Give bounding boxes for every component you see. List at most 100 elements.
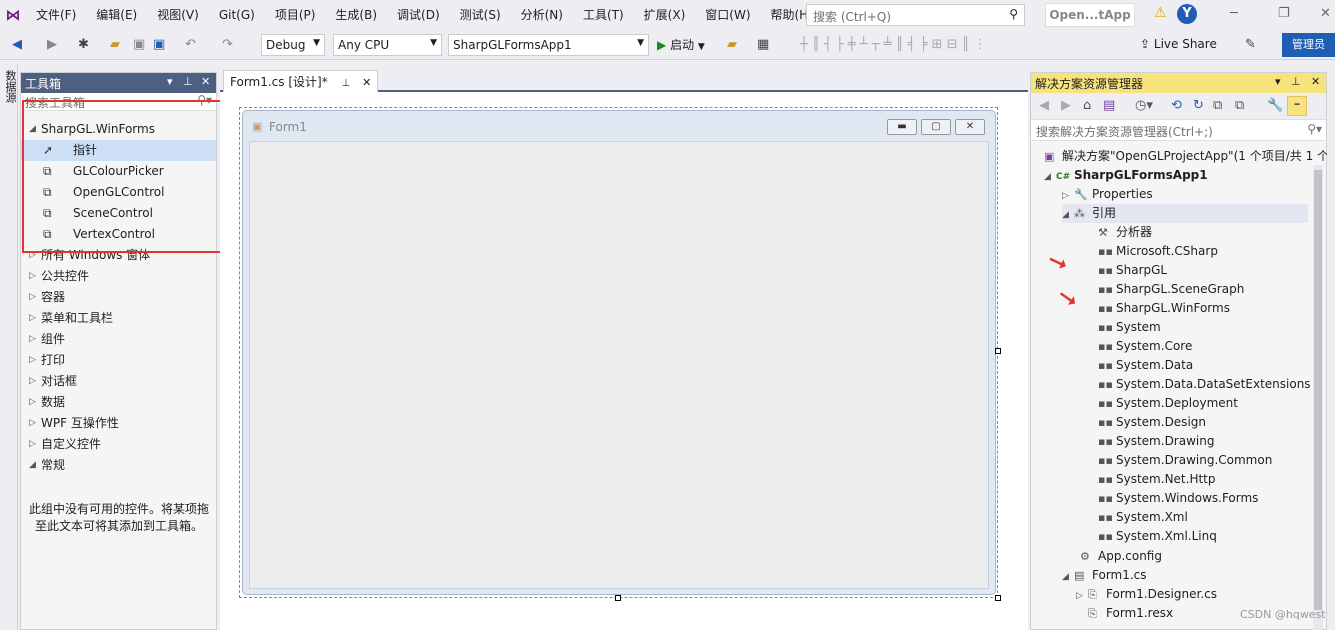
toolbox-group[interactable]: ▷ WPF 互操作性 [21,413,216,434]
tree-reference-item[interactable]: ▪▪ System [1098,318,1161,337]
history-icon[interactable]: ◷▾ [1135,98,1153,113]
align-icon[interactable]: ┼ ║ ┤ ├ ╪ ┴ ┬ ╧ ║ ╡ ╞ ⊞ ⊟ ║ ⋮ [800,37,987,52]
menu-tools[interactable]: 工具(T) [573,0,634,30]
startup-project-select[interactable]: SharpGLFormsApp1 ▼ [448,34,649,56]
chevron-down-icon[interactable]: ▾ [167,75,173,88]
form-minimize-icon[interactable]: ▬ [887,119,917,135]
resize-handle-corner[interactable] [995,595,1001,601]
close-icon[interactable]: ✕ [1320,6,1331,21]
toolbox-group[interactable]: ▷ 公共控件 [21,266,216,287]
toolbox-group[interactable]: ▷ 数据 [21,392,216,413]
tree-reference-item[interactable]: ▪▪ System.Net.Http [1098,470,1216,489]
form-close-icon[interactable]: ✕ [955,119,985,135]
close-icon[interactable]: ✕ [1311,75,1320,88]
home-icon[interactable]: ⌂ [1083,98,1091,113]
form-client-area[interactable] [249,141,989,589]
tree-project-node[interactable]: ◢ C# SharpGLFormsApp1 [1044,166,1208,185]
solution-name-badge[interactable]: Open...tApp [1045,3,1135,27]
chevron-down-icon[interactable]: ▾ [1275,75,1281,88]
toolbox-group[interactable]: ▷ 菜单和工具栏 [21,308,216,329]
toolbox-group[interactable]: ▷ 打印 [21,350,216,371]
resize-handle-right[interactable] [995,348,1001,354]
save-icon[interactable]: ▣ [133,37,145,52]
menu-view[interactable]: 视图(V) [147,0,209,30]
data-sources-tab[interactable]: 数据源 [2,70,18,103]
image-icon[interactable]: ▦ [757,37,769,52]
maximize-icon[interactable]: ❐ [1278,6,1290,21]
tree-reference-item[interactable]: ▪▪ SharpGL.WinForms [1098,299,1230,318]
back-icon[interactable]: ◀ [12,37,22,52]
menu-extensions[interactable]: 扩展(X) [634,0,696,30]
menu-project[interactable]: 项目(P) [265,0,326,30]
tree-form1-resx[interactable]: ⎘ Form1.resx [1088,604,1173,623]
tree-reference-item[interactable]: ▪▪ System.Deployment [1098,394,1238,413]
search-input[interactable]: 搜索 (Ctrl+Q) ⚲ [806,4,1025,26]
tree-reference-item[interactable]: ▪▪ System.Data.DataSetExtensions [1098,375,1311,394]
new-project-icon[interactable]: ✱ [78,37,89,52]
menu-window[interactable]: 窗口(W) [695,0,760,30]
switch-views-icon[interactable]: ▤ [1103,98,1115,113]
properties-icon[interactable]: 🔧 [1267,98,1283,113]
visual-studio-logo-icon[interactable]: ⋈ [0,0,26,30]
tab-form1-design[interactable]: Form1.cs [设计]* ⊥ ✕ [223,70,379,92]
tree-form1-node[interactable]: ◢ ▤ Form1.cs [1062,566,1147,585]
platform-select[interactable]: Any CPU ▼ [333,34,442,56]
configuration-select[interactable]: Debug ▼ [261,34,325,56]
feedback-icon[interactable]: ✎ [1245,37,1256,52]
admin-badge[interactable]: 管理员 [1282,33,1335,57]
tree-reference-item[interactable]: ▪▪ System.Xml.Linq [1098,527,1217,546]
resize-handle-bottom[interactable] [615,595,621,601]
pin-icon[interactable]: ⊥ [342,78,351,89]
start-button[interactable]: ▶ 启动 ▼ [657,36,705,53]
tree-reference-item[interactable]: ▪▪ System.Core [1098,337,1192,356]
menu-build[interactable]: 生成(B) [325,0,387,30]
toolbox-group[interactable]: ▷ 组件 [21,329,216,350]
toolbox-group[interactable]: ▷ 自定义控件 [21,434,216,455]
live-share-button[interactable]: ⇪ Live Share [1140,37,1217,51]
pin-icon[interactable]: ⊥ [1291,75,1301,88]
tree-reference-item[interactable]: ▪▪ SharpGL.SceneGraph [1098,280,1244,299]
sync-icon[interactable]: ⟲ [1171,98,1182,113]
tree-solution-node[interactable]: ▣ 解决方案"OpenGLProjectApp"(1 个项目/共 1 个) [1044,147,1334,166]
collapse-all-icon[interactable]: ⧉ [1213,98,1222,113]
menu-analyze[interactable]: 分析(N) [511,0,573,30]
menu-test[interactable]: 测试(S) [450,0,511,30]
avatar[interactable]: Y [1177,4,1197,24]
browse-icon[interactable]: ▰ [727,37,737,52]
minimize-icon[interactable]: ─ [1230,6,1238,21]
tree-reference-item[interactable]: ▪▪ SharpGL [1098,261,1167,280]
toolbox-group[interactable]: ▷ 容器 [21,287,216,308]
back-icon[interactable]: ◀ [1039,98,1049,113]
tree-references-node[interactable]: ◢ ⁂ 引用 [1062,204,1308,223]
tree-reference-item[interactable]: ▪▪ System.Design [1098,413,1206,432]
menu-edit[interactable]: 编辑(E) [86,0,147,30]
forward-icon[interactable]: ▶ [47,37,57,52]
toolbox-group[interactable]: ▷ 对话框 [21,371,216,392]
tree-reference-item[interactable]: ▪▪ System.Windows.Forms [1098,489,1258,508]
menu-file[interactable]: 文件(F) [26,0,86,30]
tree-reference-item[interactable]: ▪▪ System.Data [1098,356,1193,375]
close-icon[interactable]: ✕ [201,75,210,88]
menu-debug[interactable]: 调试(D) [387,0,450,30]
pin-icon[interactable]: ⊥ [183,75,193,88]
tree-reference-item[interactable]: ▪▪ Microsoft.CSharp [1098,242,1218,261]
tree-reference-item[interactable]: ▪▪ System.Drawing.Common [1098,451,1272,470]
refresh-icon[interactable]: ↻ [1193,98,1204,113]
forward-icon[interactable]: ▶ [1061,98,1071,113]
warning-icon[interactable]: ⚠ [1154,5,1167,21]
save-all-icon[interactable]: ▣ [153,37,165,52]
open-folder-icon[interactable]: ▰ [110,37,120,52]
close-icon[interactable]: ✕ [362,76,371,89]
menu-git[interactable]: Git(G) [209,0,265,30]
tree-reference-item[interactable]: ▪▪ System.Drawing [1098,432,1214,451]
tree-reference-item[interactable]: ⚒ 分析器 [1098,223,1152,242]
tree-reference-item[interactable]: ▪▪ System.Xml [1098,508,1188,527]
solution-search-input[interactable]: 搜索解决方案资源管理器(Ctrl+;) ⚲▾ [1031,119,1326,141]
form-window[interactable]: ▣ Form1 ▬ ▢ ✕ [242,110,996,595]
redo-icon[interactable]: ↷ [222,37,233,52]
tree-app-config[interactable]: ⚙ App.config [1080,547,1162,566]
tree-properties-node[interactable]: ▷ 🔧 Properties [1062,185,1153,204]
undo-icon[interactable]: ↶ [185,37,196,52]
form-maximize-icon[interactable]: ▢ [921,119,951,135]
toolbox-group-general[interactable]: ◢ 常规 [21,455,216,476]
